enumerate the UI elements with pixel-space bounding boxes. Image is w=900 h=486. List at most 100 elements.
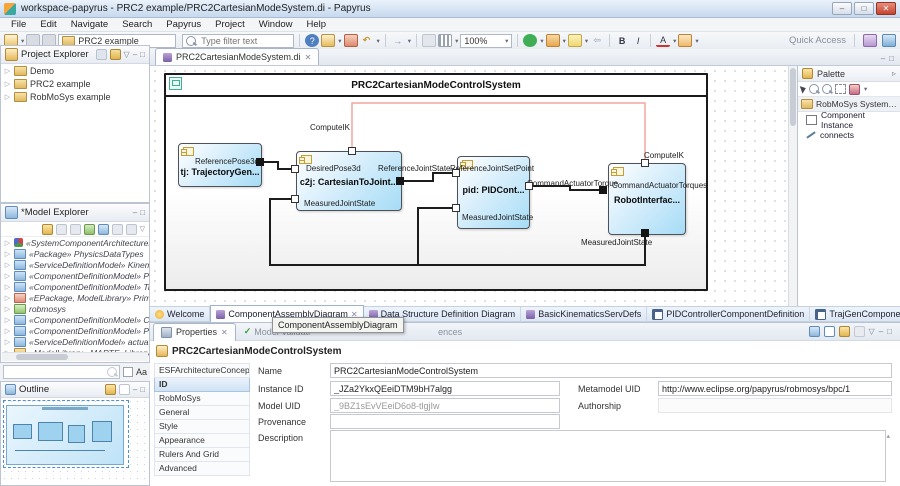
model-item[interactable]: ▷«EPackage, ModelLibrary» PrimitiveTypes xyxy=(1,292,149,303)
expander-icon[interactable]: ▷ xyxy=(4,67,11,75)
model-explorer-hscrollbar[interactable] xyxy=(2,352,148,361)
maximize-window-button[interactable]: □ xyxy=(854,2,874,15)
fill-color-icon[interactable] xyxy=(678,34,692,47)
port[interactable] xyxy=(348,147,356,155)
provenance-field[interactable] xyxy=(330,414,560,429)
model-item[interactable]: ▷«Package» PhysicsDataTypes xyxy=(1,248,149,259)
select-tool-icon[interactable] xyxy=(800,84,807,93)
diagram-canvas[interactable]: PRC2CartesianModeControlSystem Reference… xyxy=(150,66,788,306)
menu-navigate[interactable]: Navigate xyxy=(64,19,116,30)
pose-connector[interactable] xyxy=(262,162,292,169)
expander-icon[interactable]: ▷ xyxy=(4,250,11,258)
collapse-more-icon[interactable] xyxy=(126,224,137,235)
collapse-all-icon[interactable] xyxy=(96,49,107,60)
category-robmosys[interactable]: RobMoSys xyxy=(154,392,250,406)
pin-view-icon[interactable] xyxy=(824,326,835,337)
model-item[interactable]: ▷robmosys xyxy=(1,303,149,314)
minimize-window-button[interactable]: – xyxy=(832,2,852,15)
project-item-robmosys[interactable]: ▷ RobMoSys example xyxy=(1,90,149,103)
authorship-field[interactable] xyxy=(658,398,892,413)
port-anchor[interactable] xyxy=(396,177,404,185)
category-rulers-grid[interactable]: Rulers And Grid xyxy=(154,448,250,462)
component-trajectory-generator[interactable]: ReferencePose3d tj: TrajectoryGen... xyxy=(178,143,262,187)
zoom-combo[interactable]: 100% ▾ xyxy=(460,34,512,48)
port-anchor[interactable] xyxy=(641,229,649,237)
model-item[interactable]: ▷«ComponentDefinitionModel» CartesianTo xyxy=(1,314,149,325)
menu-window[interactable]: Window xyxy=(252,19,300,30)
category-general[interactable]: General xyxy=(154,406,250,420)
close-tab-icon[interactable]: ✕ xyxy=(221,328,228,337)
component-cartesian-to-joint[interactable]: DesiredPose3d c2j: CartesianToJoint... M… xyxy=(296,151,402,211)
bold-icon[interactable]: B xyxy=(615,34,629,47)
menu-project[interactable]: Project xyxy=(208,19,252,30)
menu-search[interactable]: Search xyxy=(115,19,159,30)
category-style[interactable]: Style xyxy=(154,420,250,434)
expander-icon[interactable]: ▷ xyxy=(4,305,11,313)
new-model-icon[interactable] xyxy=(321,34,335,47)
model-item[interactable]: ▷«SystemComponentArchitectureModel, S xyxy=(1,237,149,248)
port[interactable] xyxy=(525,182,533,190)
italic-icon[interactable]: I xyxy=(631,34,645,47)
link-with-editor-icon[interactable] xyxy=(110,49,121,60)
category-appearance[interactable]: Appearance xyxy=(154,434,250,448)
tab-references[interactable]: ences xyxy=(438,327,462,337)
description-field[interactable] xyxy=(330,430,886,482)
forward-nav-dropdown-icon[interactable]: ▾ xyxy=(408,37,411,45)
port[interactable] xyxy=(291,195,299,203)
tab-properties[interactable]: Properties ✕ xyxy=(153,323,236,341)
palette-pin-icon[interactable]: ▹ xyxy=(892,69,896,78)
maximize-view-icon[interactable]: □ xyxy=(140,50,145,59)
note-icon[interactable] xyxy=(568,34,582,47)
maximize-view-icon[interactable]: □ xyxy=(887,327,892,336)
scrollbar-thumb[interactable] xyxy=(16,354,68,360)
palette-item-component-instance[interactable]: Component Instance xyxy=(798,112,900,127)
papyrus-perspective-icon[interactable] xyxy=(863,34,877,47)
feedback-branch-connector[interactable] xyxy=(418,208,453,265)
port[interactable] xyxy=(452,204,460,212)
close-window-button[interactable]: ✕ xyxy=(876,2,896,15)
model-item[interactable]: ▷«ComponentDefinitionModel» PRC2Robot xyxy=(1,325,149,336)
expander-icon[interactable]: ▷ xyxy=(4,80,11,88)
navigate-icon[interactable] xyxy=(98,224,109,235)
minimize-view-icon[interactable]: – xyxy=(133,208,137,217)
thumbnail-mode-icon[interactable] xyxy=(119,384,130,395)
new-model-dropdown-icon[interactable]: ▾ xyxy=(338,37,341,45)
model-item[interactable]: ▷«ServiceDefinitionModel» KinematicsServ… xyxy=(1,259,149,270)
expander-icon[interactable]: ▷ xyxy=(4,338,11,346)
expander-icon[interactable]: ▷ xyxy=(4,239,11,247)
align-left-icon[interactable]: ⇦ xyxy=(590,34,604,47)
font-color-dropdown-icon[interactable]: ▾ xyxy=(673,37,676,45)
marquee-tool-icon[interactable] xyxy=(835,84,846,94)
new-dropdown-icon[interactable]: ▾ xyxy=(21,37,24,45)
expander-icon[interactable]: ▷ xyxy=(4,294,11,302)
expand-more-icon[interactable] xyxy=(112,224,123,235)
import-icon[interactable] xyxy=(344,34,358,47)
filter-input[interactable] xyxy=(199,35,283,47)
undo-icon[interactable]: ↶ xyxy=(360,34,374,47)
outline-thumbnail[interactable] xyxy=(1,398,149,486)
port[interactable] xyxy=(291,165,299,173)
model-uid-field[interactable] xyxy=(330,398,560,413)
note-tool-icon[interactable] xyxy=(849,84,860,95)
name-field[interactable] xyxy=(330,363,892,378)
minimize-view-icon[interactable]: – xyxy=(133,50,137,59)
minimize-view-icon[interactable]: – xyxy=(133,385,137,394)
sort-icon[interactable] xyxy=(56,224,67,235)
expander-icon[interactable]: ▷ xyxy=(4,283,11,291)
category-esf-architecture[interactable]: ESFArchitectureConcepts xyxy=(154,363,250,378)
zoom-in-tool-icon[interactable] xyxy=(809,84,819,94)
menu-help[interactable]: Help xyxy=(300,19,334,30)
note-dropdown-icon[interactable]: ▾ xyxy=(585,37,588,45)
menu-file[interactable]: File xyxy=(4,19,33,30)
port[interactable] xyxy=(452,169,460,177)
case-sensitive-checkbox[interactable] xyxy=(123,367,133,377)
model-item[interactable]: ▷«ComponentDefinitionModel» TrajectoryG xyxy=(1,281,149,292)
maximize-editor-icon[interactable]: □ xyxy=(889,54,894,63)
page-tab-trajgen[interactable]: TrajGenComponentDefinition xyxy=(810,307,900,322)
minimize-editor-icon[interactable]: – xyxy=(881,54,885,63)
metamodel-uid-field[interactable] xyxy=(658,381,892,396)
joint-state-connector[interactable] xyxy=(402,173,453,181)
model-filter-input[interactable] xyxy=(3,365,120,379)
scroll-up-icon[interactable]: ▴ xyxy=(886,432,890,440)
sync-selection-icon[interactable] xyxy=(839,326,850,337)
